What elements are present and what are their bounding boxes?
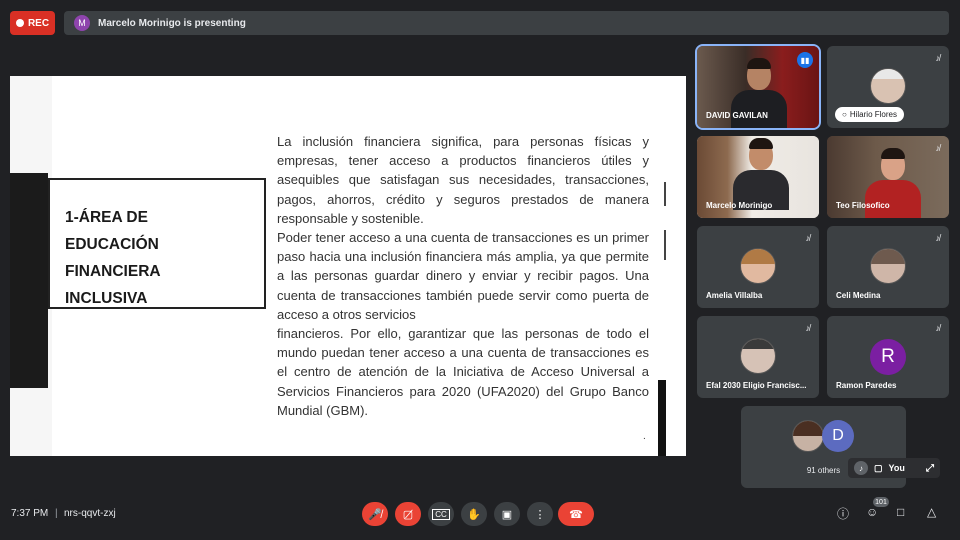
shared-slide: 1-ÁREA DE EDUCACIÓN FINANCIERA INCLUSIVA…: [10, 76, 686, 456]
raise-hand-icon: ✋: [467, 508, 481, 521]
participant-tile[interactable]: ♪̸ R Ramon Paredes: [827, 316, 949, 398]
self-label: You: [888, 463, 905, 473]
participant-name: Ramon Paredes: [836, 381, 897, 390]
raise-hand-button[interactable]: ✋: [461, 502, 487, 526]
slide-dark-bar: [10, 173, 48, 388]
presenting-banner: M Marcelo Morinigo is presenting: [64, 11, 949, 35]
slide-paragraph-2: Poder tener acceso a una cuenta de trans…: [277, 230, 649, 322]
participant-name: Celi Medina: [836, 291, 881, 300]
expand-icon[interactable]: ⤢: [926, 463, 934, 474]
participant-name: Teo Filosofico: [836, 201, 890, 210]
slide-rule-thick: [658, 380, 666, 456]
chat-icon[interactable]: □: [897, 505, 904, 519]
rec-label: REC: [27, 17, 50, 29]
more-options-button[interactable]: ⋮: [527, 502, 553, 526]
captions-icon: CC: [432, 508, 450, 520]
presenter-avatar: M: [74, 15, 90, 31]
mic-off-icon: ♪̸: [935, 53, 941, 63]
mic-off-icon: ♪̸: [805, 323, 811, 333]
slide-title-line: EDUCACIÓN: [65, 236, 159, 253]
participant-tile[interactable]: ♪̸ Teo Filosofico: [827, 136, 949, 218]
participant-avatar: [870, 68, 906, 104]
participant-tile[interactable]: ▮▮ DAVID GAVILAN: [695, 44, 821, 130]
recording-badge: REC: [10, 11, 55, 35]
slide-title-line: 1-ÁREA DE: [65, 209, 148, 226]
clock: 7:37 PM: [11, 508, 49, 519]
slide-rule: [664, 182, 666, 206]
participant-name: Amelia Villalba: [706, 291, 763, 300]
slide-title-line: INCLUSIVA: [65, 290, 148, 307]
mic-off-icon: ♪̸: [935, 143, 941, 153]
participant-tile[interactable]: Marcelo Morinigo: [697, 136, 819, 218]
participant-name-chip: ○ Hilario Flores: [835, 107, 904, 122]
slide-paragraph-1: La inclusión financiera significa, para …: [277, 134, 649, 226]
mic-off-icon: 🎤̸: [368, 508, 382, 521]
slide-body-text: La inclusión financiera significa, para …: [277, 132, 649, 420]
slide-rule: [664, 230, 666, 260]
meeting-code: nrs-qqvt-zxj: [64, 508, 116, 519]
participant-avatar: [792, 420, 824, 452]
mic-off-icon: ♪̸: [935, 233, 941, 243]
activities-icon[interactable]: △: [927, 505, 936, 519]
self-view-chip[interactable]: ♪ ▢ You ⤢: [848, 458, 940, 478]
end-call-icon: ☎: [569, 508, 583, 521]
speaking-indicator-icon: ▮▮: [797, 52, 813, 68]
present-icon: ▣: [501, 508, 513, 521]
participant-avatar: [870, 248, 906, 284]
slide-title-line: FINANCIERA: [65, 263, 161, 280]
participant-avatar: [740, 248, 776, 284]
participant-name: Marcelo Morinigo: [706, 201, 773, 210]
more-icon: ⋮: [534, 508, 546, 521]
participant-avatar: [740, 338, 776, 374]
camera-toggle-button[interactable]: ▢̸: [395, 502, 421, 526]
mic-toggle-button[interactable]: 🎤̸: [362, 502, 388, 526]
slide-paragraph-3: financieros. Por ello, garantizar que la…: [277, 326, 649, 418]
mic-off-icon: ♪̸: [935, 323, 941, 333]
captions-button[interactable]: CC: [428, 502, 454, 526]
participant-avatar: D: [822, 420, 854, 452]
presenting-text: Marcelo Morinigo is presenting: [98, 17, 246, 29]
participant-tile[interactable]: ♪̸ Amelia Villalba: [697, 226, 819, 308]
participant-name: Efal 2030 Eligio Francisc...: [706, 381, 807, 390]
participant-name: DAVID GAVILAN: [706, 111, 768, 120]
end-call-button[interactable]: ☎: [558, 502, 594, 526]
record-dot-icon: [15, 19, 24, 27]
camera-off-icon: ▢̸: [402, 508, 414, 521]
mic-off-icon: ♪: [854, 461, 868, 475]
participant-tile[interactable]: ♪̸ Celi Medina: [827, 226, 949, 308]
participant-tile[interactable]: ♪̸ Efal 2030 Eligio Francisc...: [697, 316, 819, 398]
pin-icon: ○: [842, 110, 847, 119]
participant-tile[interactable]: ♪̸ ○ Hilario Flores: [827, 46, 949, 128]
separator: |: [55, 508, 58, 519]
people-icon[interactable]: ☺: [866, 505, 878, 519]
present-button[interactable]: ▣: [494, 502, 520, 526]
slide-title-box: 1-ÁREA DE EDUCACIÓN FINANCIERA INCLUSIVA: [48, 178, 266, 309]
participant-avatar: R: [870, 339, 906, 375]
mic-off-icon: ♪̸: [805, 233, 811, 243]
info-icon[interactable]: ⓘ: [837, 505, 849, 522]
camera-off-icon: ▢: [874, 462, 883, 473]
participant-name: Hilario Flores: [849, 110, 897, 119]
people-count-badge: 101: [873, 497, 889, 507]
slide-dot: .: [643, 431, 646, 442]
participant-video: [733, 138, 789, 210]
